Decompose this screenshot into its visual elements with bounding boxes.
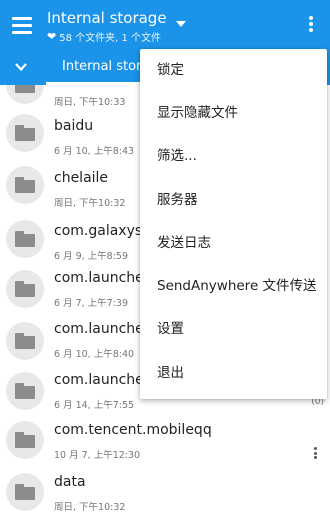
file-name: com.launcher [54, 321, 150, 337]
folder-avatar [6, 473, 44, 511]
file-name: com.launcher [54, 372, 150, 388]
folder-avatar [6, 166, 44, 204]
storage-title[interactable]: Internal storage [47, 9, 167, 27]
list-item[interactable]: data 周日, 下午10:32 [0, 466, 330, 520]
menu-item-sendanywhere[interactable]: SendAnywhere 文件传送 [140, 265, 327, 308]
menu-item-send-log[interactable]: 发送日志 [140, 222, 327, 265]
folder-icon [15, 432, 35, 448]
file-date: 周日, 下午10:32 [54, 502, 126, 513]
file-name: chelaile [54, 170, 109, 186]
file-date: 周日, 下午10:32 [54, 198, 126, 209]
folder-icon [15, 85, 35, 93]
storage-dropdown-icon[interactable] [176, 21, 186, 27]
menu-item-show-hidden-files[interactable]: 显示隐藏文件 [140, 92, 327, 135]
folder-icon [15, 281, 35, 297]
folder-icon [15, 125, 35, 141]
menu-item-servers[interactable]: 服务器 [140, 179, 327, 222]
overflow-menu: 锁定 显示隐藏文件 筛选... 服务器 发送日志 SendAnywhere 文件… [140, 49, 327, 399]
folder-icon [15, 333, 35, 349]
chevron-down-icon[interactable] [14, 60, 28, 74]
file-date: 6 月 7, 上午7:39 [54, 298, 129, 309]
file-date: 10 月 7, 上午12:30 [54, 450, 141, 461]
file-name: com.tencent.mobileqq [54, 422, 212, 438]
menu-item-exit[interactable]: 退出 [140, 352, 327, 395]
more-vert-icon[interactable] [305, 15, 317, 35]
heart-icon: ❤ [47, 30, 57, 43]
menu-item-settings[interactable]: 设置 [140, 308, 327, 351]
file-name: com.launcher [54, 270, 150, 286]
more-vert-icon[interactable] [312, 447, 318, 461]
folder-icon [15, 484, 35, 500]
storage-subtitle: ❤ 58 个文件夹, 1 个文件 [47, 29, 161, 44]
folder-count-text: 58 个文件夹, 1 个文件 [59, 33, 162, 44]
menu-item-filter[interactable]: 筛选... [140, 135, 327, 178]
hamburger-menu-icon[interactable] [10, 14, 34, 36]
file-date: 6 月 10, 上午8:40 [54, 349, 135, 360]
file-date: 6 月 14, 上午7:55 [54, 400, 135, 411]
file-name: data [54, 474, 86, 490]
folder-avatar [6, 372, 44, 410]
file-date: 周日, 下午10:33 [54, 97, 126, 108]
folder-avatar [6, 421, 44, 459]
folder-icon [15, 231, 35, 247]
file-date: 6 月 9, 上午8:59 [54, 251, 129, 262]
folder-avatar [6, 85, 44, 104]
folder-avatar [6, 114, 44, 152]
folder-avatar [6, 270, 44, 308]
folder-icon [15, 383, 35, 399]
list-item[interactable]: com.tencent.mobileqq 10 月 7, 上午12:30 [0, 414, 330, 468]
menu-item-lock[interactable]: 锁定 [140, 49, 327, 92]
file-name: baidu [54, 118, 94, 134]
app-bar: Internal storage ❤ 58 个文件夹, 1 个文件 [0, 0, 330, 50]
folder-avatar [6, 220, 44, 258]
folder-icon [15, 177, 35, 193]
file-date: 6 月 10, 上午8:43 [54, 146, 135, 157]
folder-avatar [6, 322, 44, 360]
